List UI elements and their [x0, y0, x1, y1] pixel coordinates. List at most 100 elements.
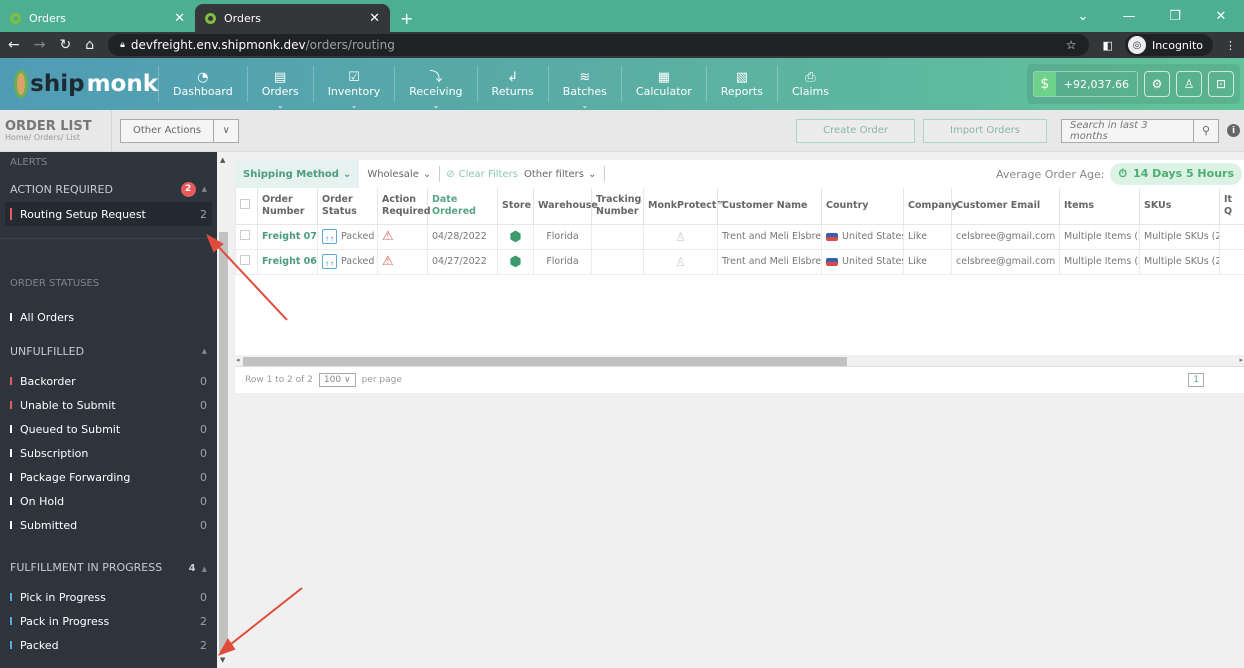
- lock-icon[interactable]: ⊡: [1208, 71, 1234, 97]
- fulfillment-in-progress-section[interactable]: FULFILLMENT IN PROGRESS 4 ▲: [0, 555, 217, 579]
- search-icon[interactable]: ⚲: [1194, 120, 1218, 142]
- sidebar-item-package-forwarding[interactable]: Package Forwarding 0: [0, 465, 217, 489]
- search-input[interactable]: Search in last 3 months: [1062, 119, 1194, 142]
- scrollbar-thumb[interactable]: [243, 356, 847, 366]
- scrollbar-thumb[interactable]: [219, 232, 228, 652]
- sidebar-item-all-orders[interactable]: All Orders: [0, 305, 217, 329]
- side-panel-icon[interactable]: ◧: [1103, 39, 1113, 52]
- nav-item-batches[interactable]: ≋ Batches ⌄: [547, 66, 621, 110]
- maximize-icon[interactable]: ❐: [1152, 9, 1198, 24]
- sidebar-item-submitted[interactable]: Submitted 0: [0, 513, 217, 537]
- per-page-select[interactable]: 100 ∨: [318, 372, 356, 387]
- sidebar-item-unable-to-submit[interactable]: Unable to Submit 0: [0, 393, 217, 417]
- url-field[interactable]: 🔒︎ devfreight.env.shipmonk.dev/orders/ro…: [108, 34, 1089, 56]
- table-row[interactable]: Freight 07 ↑↑ Packed ⚠ 04/28/2022 ⬢ Florida ♙ Tr…: [235, 223, 1244, 250]
- nav-item-returns[interactable]: ↲ Returns: [476, 66, 548, 102]
- collapse-icon[interactable]: ▲: [202, 347, 207, 355]
- nav-item-inventory[interactable]: ☑ Inventory ⌄: [312, 66, 395, 110]
- chevron-down-icon[interactable]: ∨: [214, 120, 238, 142]
- wholesale-filter[interactable]: Wholesale ⌄: [359, 160, 439, 188]
- column-header-warehouse[interactable]: Warehouse: [533, 188, 598, 225]
- close-icon[interactable]: ✕: [174, 11, 185, 26]
- row-checkbox[interactable]: [240, 230, 250, 240]
- select-all-header[interactable]: [235, 188, 258, 225]
- sidebar-item-packed[interactable]: Packed 2: [0, 633, 217, 657]
- menu-icon[interactable]: ⋮: [1225, 39, 1236, 52]
- routing-alert-icon[interactable]: ⚠: [382, 254, 394, 269]
- nav-item-claims[interactable]: ⎙ Claims: [776, 66, 843, 102]
- incognito-badge[interactable]: ◎ Incognito: [1124, 34, 1213, 56]
- shipmonk-logo[interactable]: ship monk: [0, 70, 158, 98]
- breadcrumb[interactable]: Home/ Orders/ List: [5, 133, 111, 142]
- column-header-date-ordered[interactable]: Date Ordered: [427, 188, 498, 225]
- order-number-link[interactable]: Freight 07: [257, 223, 318, 250]
- page-1-button[interactable]: 1: [1188, 372, 1204, 387]
- column-header-monkprotect-[interactable]: MonkProtect™: [643, 188, 726, 225]
- close-icon[interactable]: ✕: [369, 11, 380, 26]
- reload-icon[interactable]: ↻: [59, 37, 71, 53]
- clear-filters-button[interactable]: ⊘ Clear Filters: [440, 169, 524, 180]
- other-filters-dropdown[interactable]: Other filters ⌄: [524, 160, 604, 188]
- nav-item-calculator[interactable]: ▦ Calculator: [620, 66, 706, 102]
- order-number-link[interactable]: Freight 06: [257, 248, 318, 275]
- sidebar-item-pack-in-progress[interactable]: Pack in Progress 2: [0, 609, 217, 633]
- other-actions-button[interactable]: Other Actions: [121, 119, 215, 142]
- scroll-left-icon[interactable]: ◂: [236, 356, 240, 364]
- tab-search-icon[interactable]: ⌄: [1060, 9, 1106, 24]
- home-icon[interactable]: ⌂: [85, 37, 94, 53]
- url-path: /orders/routing: [305, 38, 395, 52]
- unfulfilled-section[interactable]: UNFULFILLED ▲: [0, 339, 217, 363]
- sidebar-item-queued-to-submit[interactable]: Queued to Submit 0: [0, 417, 217, 441]
- sidebar-item-routing-setup-request[interactable]: Routing Setup Request 2: [5, 202, 212, 226]
- column-header-order-number[interactable]: Order Number: [257, 188, 318, 225]
- back-icon[interactable]: ←: [8, 37, 20, 53]
- column-header-it-q[interactable]: It Q: [1219, 188, 1244, 225]
- minimize-icon[interactable]: —: [1106, 9, 1152, 24]
- routing-alert-icon[interactable]: ⚠: [382, 229, 394, 244]
- sidebar-item-subscription[interactable]: Subscription 0: [0, 441, 217, 465]
- collapse-icon[interactable]: ▲: [202, 565, 207, 573]
- row-checkbox[interactable]: [240, 255, 250, 265]
- table-row[interactable]: Freight 06 ↑↑ Packed ⚠ 04/27/2022 ⬢ Florida ♙ Tr…: [235, 248, 1244, 275]
- item-label: Subscription: [20, 446, 89, 460]
- nav-item-receiving[interactable]: ⤵ Receiving ⌄: [394, 66, 476, 110]
- column-header-country[interactable]: Country: [821, 188, 904, 225]
- sidebar-item-pick-in-progress[interactable]: Pick in Progress 0: [0, 585, 217, 609]
- column-header-items[interactable]: Items: [1059, 188, 1140, 225]
- select-all-checkbox[interactable]: [240, 198, 250, 209]
- bookmark-star-icon[interactable]: ☆: [1066, 38, 1077, 52]
- column-header-action-required[interactable]: Action Required: [377, 188, 431, 225]
- column-header-customer-name[interactable]: Customer Name: [717, 188, 822, 225]
- sidebar-scrollbar[interactable]: ▲ ▼: [217, 152, 230, 668]
- scroll-up-icon[interactable]: ▲: [220, 156, 225, 164]
- nav-item-dashboard[interactable]: ◔ Dashboard: [158, 66, 247, 102]
- action-required-section[interactable]: ACTION REQUIRED 2 ▲: [0, 176, 217, 202]
- browser-tab-0[interactable]: Orders ✕: [0, 4, 195, 32]
- browser-tab-1[interactable]: Orders ✕: [195, 4, 390, 32]
- settings-gear-icon[interactable]: ⚙: [1144, 71, 1170, 97]
- shipping-method-filter[interactable]: Shipping Method ⌄: [235, 160, 360, 188]
- import-orders-button[interactable]: Import Orders: [923, 118, 1047, 143]
- info-icon[interactable]: i: [1227, 124, 1240, 137]
- column-header-order-status[interactable]: Order Status: [317, 188, 378, 225]
- close-window-icon[interactable]: ✕: [1198, 9, 1244, 24]
- column-header-customer-email[interactable]: Customer Email: [951, 188, 1060, 225]
- column-header-skus[interactable]: SKUs: [1139, 188, 1220, 225]
- scroll-right-icon[interactable]: ▸: [1239, 356, 1243, 364]
- sidebar-item-on-hold[interactable]: On Hold 0: [0, 489, 217, 513]
- column-header-company[interactable]: Company: [903, 188, 958, 225]
- column-header-store[interactable]: Store: [497, 188, 534, 225]
- sidebar-item-backorder[interactable]: Backorder 0: [0, 369, 217, 393]
- column-header-tracking-number[interactable]: Tracking Number: [591, 188, 644, 225]
- scroll-down-icon[interactable]: ▼: [220, 656, 225, 664]
- nav-item-orders[interactable]: ▤ Orders ⌄: [246, 66, 313, 110]
- collapse-icon[interactable]: ▲: [202, 185, 207, 193]
- other-actions-dropdown[interactable]: Other Actions ∨: [120, 118, 240, 143]
- user-icon[interactable]: ♙: [1176, 71, 1202, 97]
- new-tab-button[interactable]: +: [390, 4, 423, 32]
- balance-widget[interactable]: $ +92,037.66: [1032, 71, 1138, 97]
- nav-item-reports[interactable]: ▧ Reports: [705, 66, 777, 102]
- create-order-button[interactable]: Create Order: [796, 118, 915, 143]
- forward-icon[interactable]: →: [34, 37, 46, 53]
- horizontal-scrollbar[interactable]: ◂ ▸: [235, 354, 1244, 367]
